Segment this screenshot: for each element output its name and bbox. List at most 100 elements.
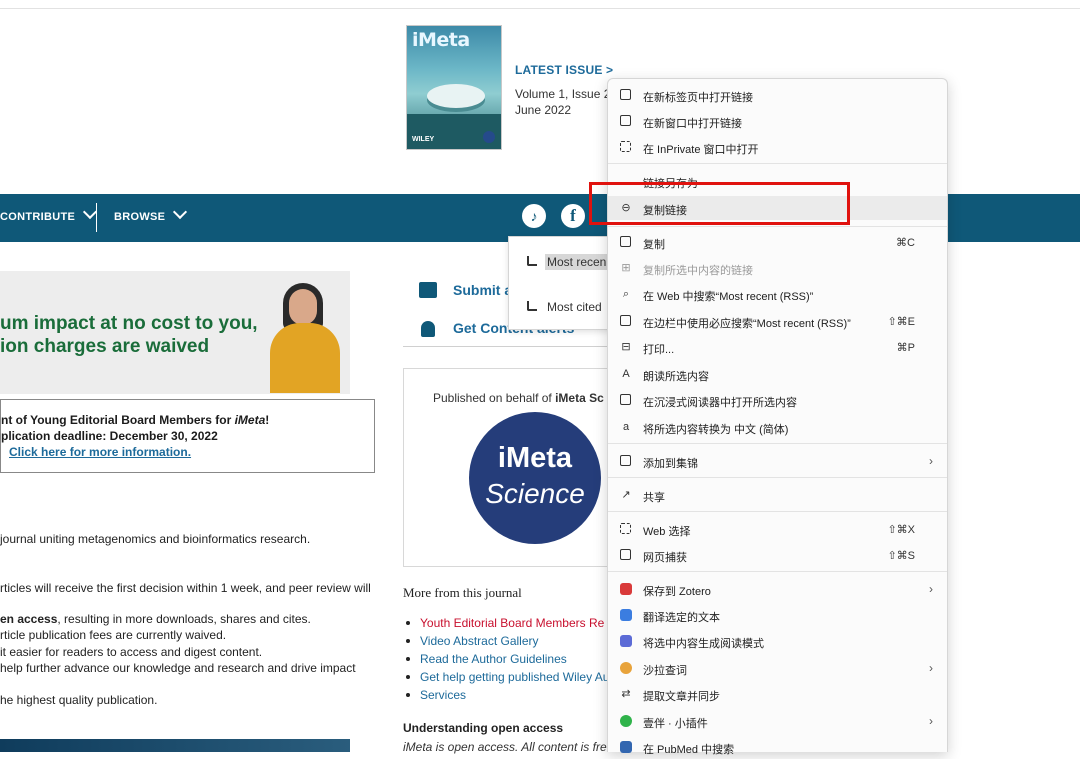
secondary-banner-image: [0, 739, 350, 752]
salad-dict-icon: [620, 662, 632, 674]
sidebar-divider: [403, 346, 609, 347]
about-p6: help further advance our knowledge and r…: [0, 661, 356, 675]
print-icon: ⊟: [621, 341, 631, 353]
notice-more-info-link[interactable]: Click here for more information.: [9, 445, 191, 459]
menu-extract-article[interactable]: ⇄ 提取文章并同步: [608, 682, 947, 706]
more-heading: More from this journal: [403, 585, 522, 600]
cover-publisher: WILEY: [412, 136, 435, 143]
menu-save-to-zotero[interactable]: 保存到 Zotero ›: [608, 577, 947, 601]
nav-contribute-label: CONTRIBUTE: [0, 211, 76, 223]
share-icon: ↗: [621, 489, 631, 501]
menu-immersive-reader[interactable]: 在沉浸式阅读器中打开所选内容: [608, 388, 947, 412]
menu-copy-link-to-selection: ⊞ 复制所选中内容的链接: [621, 262, 753, 277]
latest-issue-link[interactable]: LATEST ISSUE >: [515, 63, 613, 77]
menu-web-search[interactable]: ⌕ 在 Web 中搜索“Most recent (RSS)”: [608, 282, 947, 306]
more-item-help[interactable]: Get help getting published Wiley Au: [403, 668, 609, 686]
about-p7: he highest quality publication.: [0, 693, 158, 707]
menu-copy[interactable]: 复制 ⌘C: [608, 230, 947, 254]
menu-add-to-collections[interactable]: 添加到集锦 ›: [608, 449, 947, 473]
about-p5: it easier for readers to access and dige…: [0, 645, 263, 659]
issue-info: Volume 1, Issue 2 June 2022: [515, 86, 610, 118]
menu-print[interactable]: ⊟ 打印... ⌘P: [608, 335, 947, 359]
sync-icon: ⇄: [621, 688, 631, 700]
menu-pubmed-search[interactable]: 在 PubMed 中搜索: [608, 735, 947, 759]
menu-translate-selected[interactable]: 翻译选定的文本: [608, 603, 947, 627]
rss-feed-dropdown: Most recen Most cited: [508, 236, 618, 330]
cover-platform-art: [427, 84, 485, 108]
menu-open-new-tab[interactable]: 在新标签页中打开链接: [608, 83, 947, 107]
facebook-icon[interactable]: f: [561, 204, 585, 228]
menu-open-inprivate[interactable]: 在 InPrivate 窗口中打开: [608, 135, 947, 159]
menu-translate[interactable]: a 将所选内容转换为 中文 (简体): [608, 415, 947, 439]
more-item-guidelines[interactable]: Read the Author Guidelines: [403, 650, 609, 668]
banner-line1: um impact at no cost to you,: [0, 313, 258, 334]
banner-person-photo: [265, 283, 345, 393]
menu-read-aloud[interactable]: A 朗读所选内容: [608, 362, 947, 386]
about-p2: rticles will receive the first decision …: [0, 581, 371, 595]
editorial-board-notice: nt of Young Editorial Board Members for …: [0, 399, 375, 473]
feed-most-recent[interactable]: Most recen: [545, 254, 609, 270]
notice-line1: nt of Young Editorial Board Members for …: [1, 413, 270, 427]
logo-bottom-text: Science: [485, 478, 585, 509]
understanding-heading: Understanding open access: [403, 721, 564, 735]
yiban-icon: [620, 715, 632, 727]
cart-icon: ⊞: [621, 262, 631, 274]
menu-reader-mode[interactable]: 将选中内容生成阅读模式: [608, 629, 947, 653]
collections-icon: [620, 455, 632, 467]
promo-banner[interactable]: um impact at no cost to you, ion charges…: [0, 271, 350, 394]
more-item-services[interactable]: Services: [403, 686, 609, 704]
published-on-behalf: Published on behalf of iMeta Sc: [433, 391, 604, 405]
menu-salad-dict[interactable]: 沙拉查词 ›: [608, 656, 947, 680]
menu-sidebar-search[interactable]: 在边栏中使用必应搜索“Most recent (RSS)” ⇧⌘E: [608, 309, 947, 333]
more-list: Youth Editorial Board Members Re Video A…: [403, 614, 609, 704]
chevron-right-icon: ›: [929, 661, 933, 675]
more-item-video[interactable]: Video Abstract Gallery: [403, 632, 609, 650]
feed-most-cited[interactable]: Most cited: [547, 300, 602, 314]
highlight-annotation-box: [589, 182, 850, 225]
web-capture-icon: [620, 549, 632, 561]
inprivate-icon: [620, 141, 632, 153]
banner-line2: ion charges are waived: [0, 336, 210, 357]
window-icon: [620, 115, 632, 127]
read-aloud-icon: A: [622, 368, 630, 380]
menu-web-capture[interactable]: 网页捕获 ⇧⌘S: [608, 543, 947, 567]
bell-icon: [421, 321, 435, 337]
menu-yiban-plugin[interactable]: 壹伴 · 小插件 ›: [608, 709, 947, 733]
nav-contribute[interactable]: CONTRIBUTE: [0, 204, 98, 223]
journal-cover-image[interactable]: iMeta WILEY: [406, 25, 502, 150]
menu-open-new-window[interactable]: 在新窗口中打开链接: [608, 109, 947, 133]
search-icon: ⌕: [622, 288, 630, 300]
submit-icon: [419, 282, 437, 298]
about-p3: en access, resulting in more downloads, …: [0, 612, 311, 626]
browser-context-menu: 在新标签页中打开链接 在新窗口中打开链接 在 InPrivate 窗口中打开 链…: [607, 78, 948, 756]
about-p1: journal uniting metagenomics and bioinfo…: [0, 532, 311, 546]
issue-volume: Volume 1, Issue 2: [515, 87, 611, 101]
bell-icon[interactable]: ♪: [522, 204, 546, 228]
imeta-science-logo[interactable]: iMeta Science: [469, 412, 601, 544]
notice-line2: plication deadline: December 30, 2022: [1, 429, 218, 443]
rss-icon: [527, 301, 537, 311]
nav-browse-label: BROWSE: [114, 211, 166, 223]
rss-icon: [527, 256, 537, 266]
new-tab-icon: [620, 89, 632, 101]
chevron-right-icon: ›: [929, 582, 933, 596]
nav-divider: [96, 203, 97, 232]
cover-title: iMeta: [412, 29, 470, 51]
chevron-right-icon: ›: [929, 454, 933, 468]
submit-link[interactable]: Submit a: [453, 282, 512, 298]
copy-icon: [620, 236, 632, 248]
sidebar-search-icon: [620, 315, 632, 327]
pubmed-icon: [620, 741, 632, 753]
translate-icon: a: [622, 421, 630, 433]
translate-plugin-icon: [620, 609, 632, 621]
zotero-icon: [620, 583, 632, 595]
chevron-right-icon: ›: [929, 714, 933, 728]
menu-web-select[interactable]: Web 选择 ⇧⌘X: [608, 517, 947, 541]
web-select-icon: [620, 523, 632, 535]
about-p4: rticle publication fees are currently wa…: [0, 628, 227, 642]
more-item-youth[interactable]: Youth Editorial Board Members Re: [403, 614, 609, 632]
menu-share[interactable]: ↗ 共享: [608, 483, 947, 507]
reader-mode-icon: [620, 635, 632, 647]
immersive-reader-icon: [620, 394, 632, 406]
nav-browse[interactable]: BROWSE: [114, 204, 188, 223]
